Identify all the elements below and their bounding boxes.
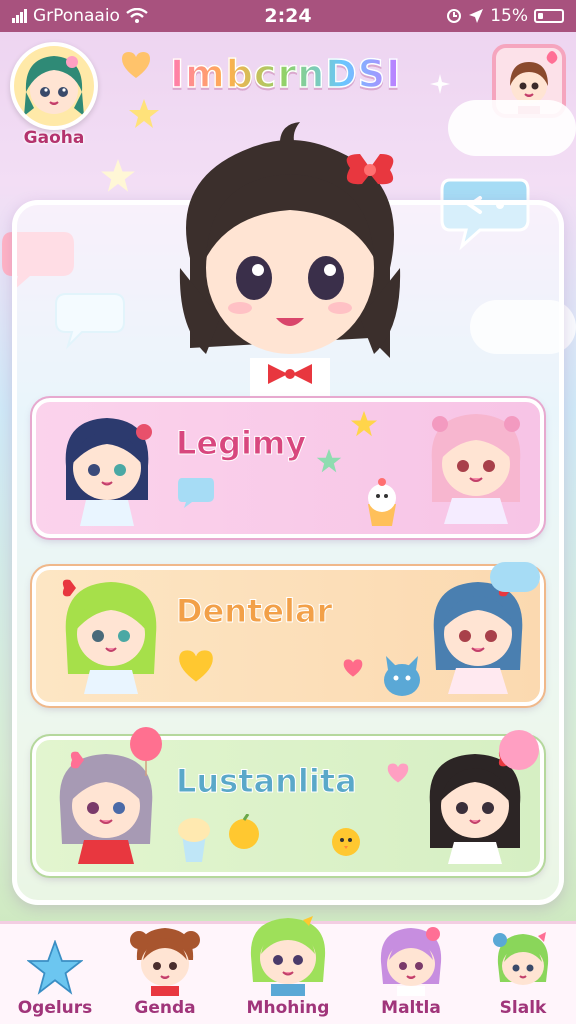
tab-maltla[interactable]: Maltla [356, 924, 466, 1018]
star-icon [350, 410, 378, 437]
cloud-decoration [448, 100, 576, 156]
heart-icon [122, 52, 150, 78]
location-icon [469, 9, 484, 23]
character-avatar [431, 414, 521, 524]
tab-label: Slalk [499, 998, 547, 1018]
character-avatar [433, 579, 523, 694]
category-card-dentelar[interactable]: Dentelar [30, 562, 546, 708]
wifi-icon [126, 8, 148, 23]
mascot-icon [384, 656, 420, 696]
character-icon [493, 932, 549, 985]
cotton-candy-icon [499, 730, 539, 770]
character-icon [130, 928, 200, 996]
character-icon [380, 927, 442, 996]
battery-icon [534, 9, 564, 23]
star-icon [101, 159, 135, 192]
profile-name: Gaoha [23, 128, 85, 148]
tab-label: Genda [134, 998, 196, 1018]
app-title: ImbcrnDSI [169, 51, 402, 97]
cloud-decoration [490, 562, 540, 592]
status-bar: GrPonaaio 2:24 15% [0, 0, 576, 32]
tab-ogelurs[interactable]: Ogelurs [0, 940, 110, 1018]
card-title: Lustanlita [176, 762, 358, 801]
character-avatar [65, 418, 152, 526]
alarm-icon [447, 9, 462, 23]
category-card-legimy[interactable]: Legimy [30, 396, 546, 540]
heart-icon [179, 650, 213, 682]
tab-label: Maltla [381, 998, 441, 1018]
hero-character [179, 122, 401, 408]
battery-percent: 15% [490, 6, 528, 26]
heart-icon [387, 763, 409, 783]
balloon-icon [130, 727, 162, 776]
card-title: Legimy [175, 424, 307, 463]
sparkle-icon [430, 74, 450, 94]
heart-icon [343, 659, 363, 677]
chick-icon [332, 828, 360, 856]
tab-label: Ogelurs [17, 998, 93, 1018]
tab-mhohing[interactable]: Mhohing [233, 912, 343, 1018]
chat-bubble-icon [178, 478, 214, 508]
card-title: Dentelar [175, 592, 333, 631]
star-icon [316, 448, 342, 473]
cupcake-icon [368, 478, 396, 526]
character-icon [250, 916, 326, 996]
star-icon [27, 940, 83, 995]
signal-icon [12, 9, 27, 23]
ice-cream-icon [178, 818, 210, 862]
tab-label: Mhohing [246, 998, 330, 1018]
character-avatar [62, 579, 157, 694]
category-card-lustanlita[interactable]: Lustanlita [30, 727, 546, 878]
tab-genda[interactable]: Genda [110, 924, 220, 1018]
fruit-icon [229, 814, 259, 849]
carrier-name: GrPonaaio [33, 6, 120, 26]
profile-avatar[interactable] [10, 42, 98, 130]
tab-slalk[interactable]: Slalk [468, 930, 576, 1018]
